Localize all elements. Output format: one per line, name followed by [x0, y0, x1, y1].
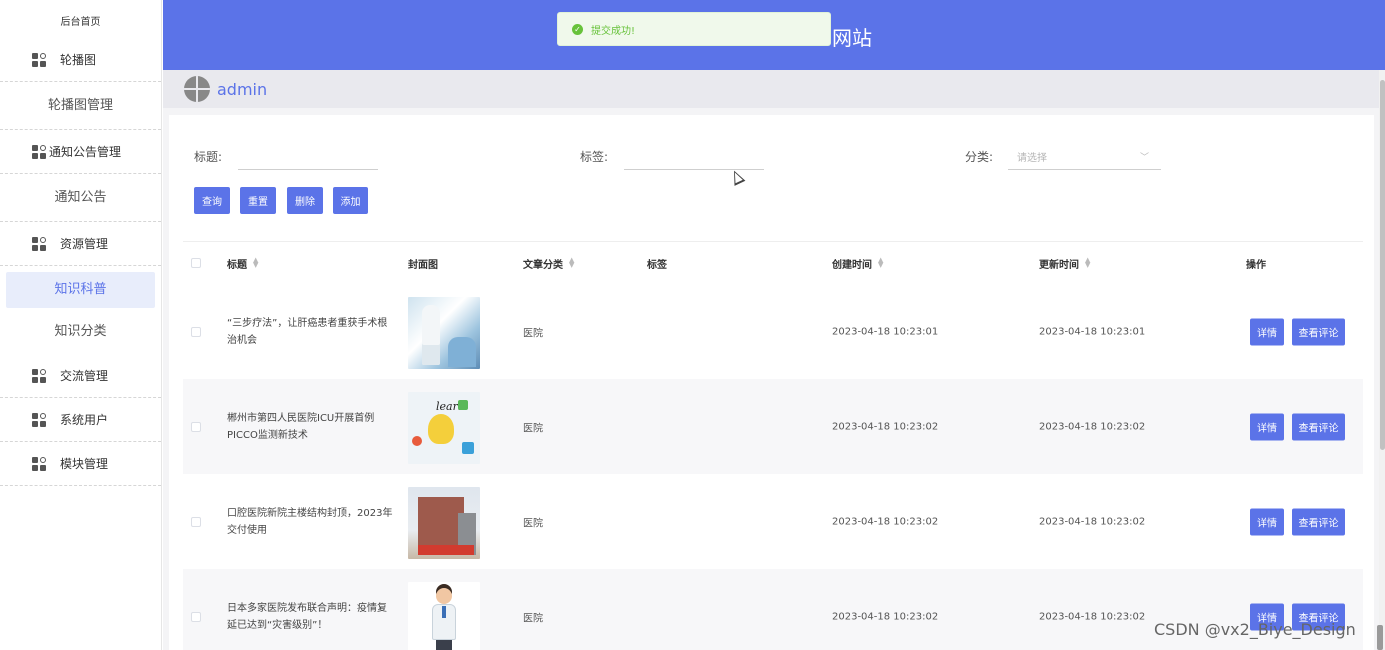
chevron-down-icon: ﹀: [1139, 153, 1149, 163]
row-created-time: 2023-04-18 10:23:01: [832, 326, 939, 337]
sidebar-group-label: 资源管理: [60, 237, 109, 251]
row-checkbox[interactable]: [191, 516, 201, 527]
row-updated-time: 2023-04-18 10:23:01: [1039, 326, 1146, 337]
sidebar-item-carousel-manage[interactable]: 轮播图管理: [0, 82, 161, 130]
row-updated-time: 2023-04-18 10:23:02: [1039, 611, 1146, 622]
user-bar: admin: [163, 70, 1385, 108]
row-created-time: 2023-04-18 10:23:02: [832, 611, 939, 622]
column-updated[interactable]: 更新时间 ▲ ▼: [1039, 256, 1090, 271]
sidebar-group-label: 轮播图: [60, 53, 97, 67]
sidebar-group-exchange[interactable]: 交流管理: [0, 354, 161, 398]
category-select-placeholder: 请选择: [1017, 153, 1047, 164]
sidebar-group-label: 模块管理: [60, 457, 109, 471]
sidebar: 后台首页 轮播图 轮播图管理 通知公告管理 通知公告 资源管理 知识科普 知识分…: [0, 0, 162, 650]
row-title: “三步疗法”，让肝癌患者重获手术根治机会: [227, 317, 388, 346]
view-comments-button[interactable]: 查看评论: [1292, 318, 1345, 345]
row-title: 日本多家医院发布联合声明：疫情复延已达到“灾害级别”！: [227, 602, 387, 631]
sidebar-item-notice[interactable]: 通知公告: [0, 174, 161, 222]
detail-button[interactable]: 详情: [1250, 508, 1284, 535]
inner-scrollbar-thumb[interactable]: [1377, 625, 1383, 650]
category-select[interactable]: 请选择 ﹀: [1008, 144, 1161, 170]
category-filter-label: 分类:: [965, 150, 994, 164]
tag-filter-label: 标签:: [580, 150, 609, 164]
row-title: 口腔医院新院主楼结构封顶，2023年交付使用: [227, 507, 393, 536]
row-category: 医院: [523, 423, 543, 434]
sidebar-group-label: 通知公告管理: [49, 145, 122, 159]
toast-message: 提交成功!: [591, 25, 636, 37]
row-category: 医院: [523, 328, 543, 339]
detail-button[interactable]: 详情: [1250, 318, 1284, 345]
watermark-text: CSDN @vx2_Biye_Design: [1154, 620, 1356, 639]
cover-image: [408, 487, 480, 559]
row-category: 医院: [523, 518, 543, 529]
column-category[interactable]: 文章分类 ▲ ▼: [523, 256, 574, 271]
detail-button[interactable]: 详情: [1250, 413, 1284, 440]
check-circle-icon: ✓: [572, 23, 583, 35]
column-cover: 封面图: [408, 259, 438, 271]
sidebar-group-label: 交流管理: [60, 369, 109, 383]
sidebar-home-link[interactable]: 后台首页: [0, 0, 161, 38]
column-created[interactable]: 创建时间 ▲ ▼: [832, 256, 883, 271]
sort-icon[interactable]: ▲ ▼: [878, 257, 883, 269]
scrollbar-thumb[interactable]: [1380, 80, 1385, 450]
sort-icon[interactable]: ▲ ▼: [1085, 257, 1090, 269]
query-button[interactable]: 查询: [194, 187, 230, 214]
sidebar-group-resource[interactable]: 资源管理: [0, 222, 161, 266]
reset-button[interactable]: 重置: [240, 187, 276, 214]
row-created-time: 2023-04-18 10:23:02: [832, 516, 939, 527]
title-filter-label: 标题:: [194, 150, 223, 164]
column-operations: 操作: [1246, 259, 1266, 271]
grid-icon: [32, 144, 46, 159]
table-row: 郴州市第四人民医院ICU开展首例PICCO监测新技术 learn 医院 2023…: [183, 379, 1363, 474]
sidebar-item-knowledge-category[interactable]: 知识分类: [0, 310, 161, 354]
view-comments-button[interactable]: 查看评论: [1292, 413, 1345, 440]
row-checkbox[interactable]: [191, 421, 201, 432]
success-toast: ✓ 提交成功!: [557, 12, 831, 46]
select-all-checkbox[interactable]: [191, 258, 201, 268]
grid-icon: [32, 456, 46, 471]
title-filter-input[interactable]: [238, 144, 378, 170]
delete-button[interactable]: 删除: [287, 187, 323, 214]
add-button[interactable]: 添加: [333, 187, 368, 214]
tag-filter-input[interactable]: [624, 144, 764, 170]
sidebar-group-notice[interactable]: 通知公告管理: [0, 130, 161, 174]
sidebar-group-modules[interactable]: 模块管理: [0, 442, 161, 486]
row-checkbox[interactable]: [191, 326, 201, 337]
sidebar-group-users[interactable]: 系统用户: [0, 398, 161, 442]
sidebar-item-knowledge-wrap: 知识科普: [0, 266, 161, 310]
column-title[interactable]: 标题 ▲ ▼: [227, 256, 258, 271]
sort-icon[interactable]: ▲ ▼: [253, 257, 258, 269]
cover-image: [408, 297, 480, 369]
grid-icon: [32, 412, 46, 427]
grid-icon: [32, 236, 46, 251]
grid-icon: [32, 368, 46, 383]
row-checkbox[interactable]: [191, 611, 201, 622]
row-updated-time: 2023-04-18 10:23:02: [1039, 421, 1146, 432]
row-created-time: 2023-04-18 10:23:02: [832, 421, 939, 432]
sidebar-item-knowledge[interactable]: 知识科普: [6, 272, 155, 308]
header-bar: 网站 ✓ 提交成功!: [163, 0, 1385, 70]
table-row: 口腔医院新院主楼结构封顶，2023年交付使用 医院 2023-04-18 10:…: [183, 474, 1363, 569]
row-category: 医院: [523, 613, 543, 624]
column-tag: 标签: [647, 259, 667, 271]
table-header: 标题 ▲ ▼ 封面图 文章分类 ▲ ▼ 标签 创建时间 ▲ ▼ 更新时间 ▲ ▼ 操作: [183, 242, 1363, 284]
grid-icon: [32, 52, 46, 67]
sort-icon[interactable]: ▲ ▼: [569, 257, 574, 269]
row-updated-time: 2023-04-18 10:23:02: [1039, 516, 1146, 527]
sidebar-group-carousel[interactable]: 轮播图: [0, 38, 161, 82]
row-title: 郴州市第四人民医院ICU开展首例PICCO监测新技术: [227, 412, 375, 441]
username[interactable]: admin: [217, 80, 267, 99]
avatar[interactable]: [184, 76, 210, 102]
article-table: 标题 ▲ ▼ 封面图 文章分类 ▲ ▼ 标签 创建时间 ▲ ▼ 更新时间 ▲ ▼ 操作 “三步疗…: [183, 241, 1363, 650]
sidebar-group-label: 系统用户: [60, 413, 109, 427]
view-comments-button[interactable]: 查看评论: [1292, 508, 1345, 535]
cover-image: learn: [408, 392, 480, 464]
site-title: 网站: [832, 26, 872, 50]
table-row: “三步疗法”，让肝癌患者重获手术根治机会 医院 2023-04-18 10:23…: [183, 284, 1363, 379]
cover-image: [408, 582, 480, 650]
